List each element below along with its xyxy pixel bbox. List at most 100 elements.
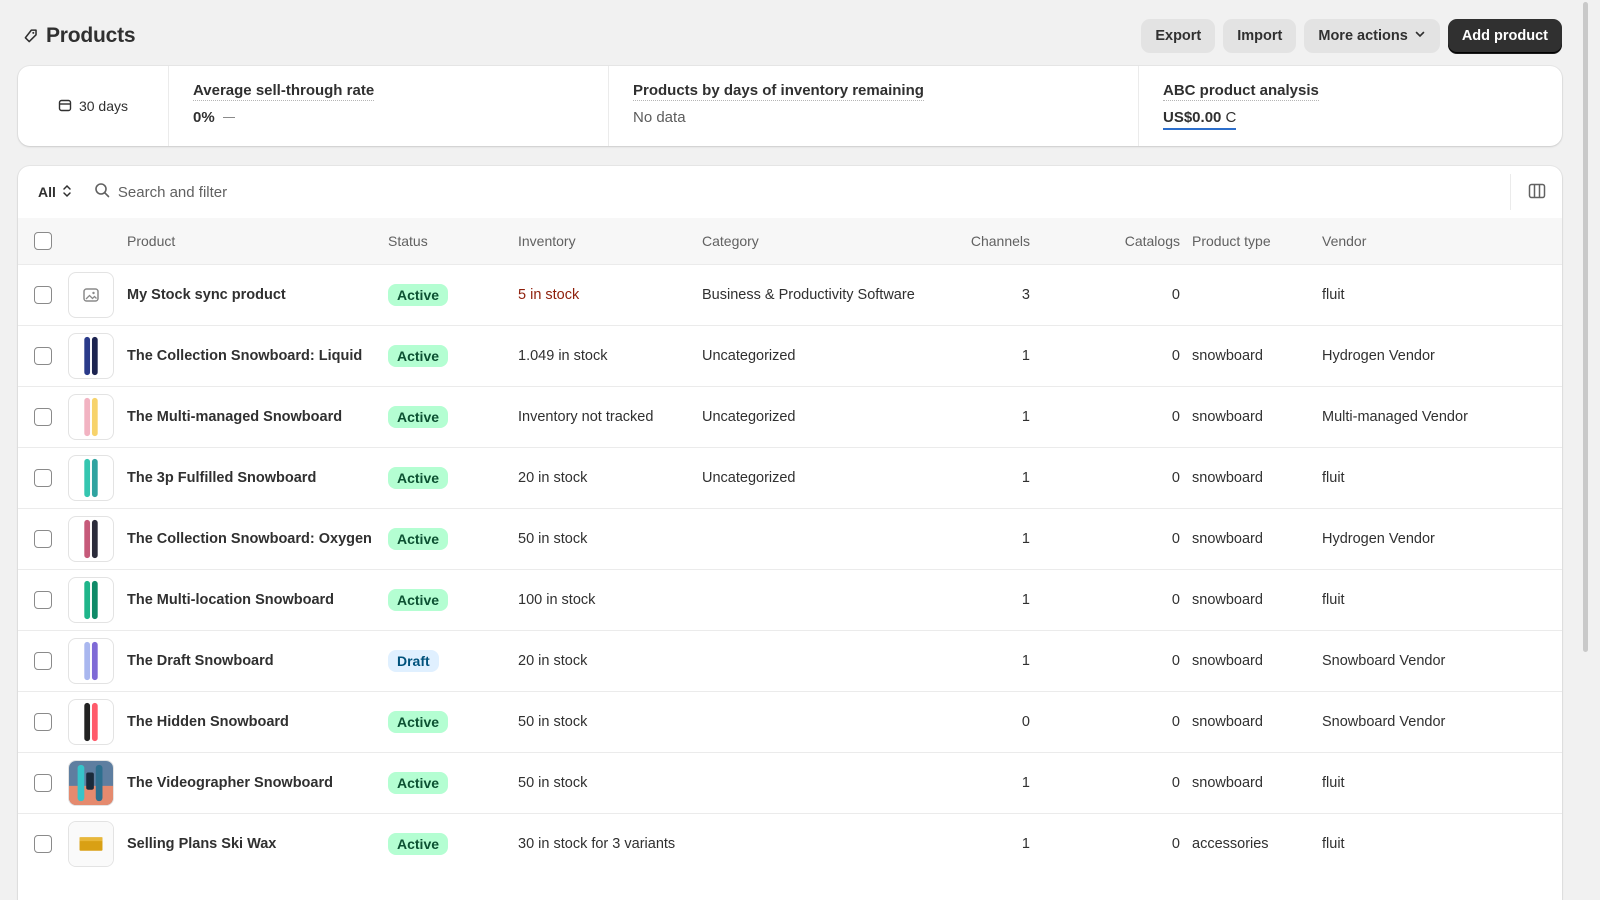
row-thumb-cell (68, 569, 127, 630)
row-select-cell[interactable] (18, 569, 68, 630)
row-select-cell[interactable] (18, 630, 68, 691)
row-select-cell[interactable] (18, 691, 68, 752)
metric-abc-analysis[interactable]: ABC product analysis US$0.00 C (1139, 66, 1562, 146)
more-actions-button[interactable]: More actions (1304, 19, 1440, 53)
table-row[interactable]: The Draft Snowboard Draft 20 in stock 1 0 sno… (18, 630, 1562, 691)
inventory-cell: 50 in stock (518, 774, 588, 791)
status-cell: Active (388, 386, 518, 447)
row-gap (1180, 752, 1192, 813)
category-cell (702, 630, 937, 691)
product-name[interactable]: The Draft Snowboard (127, 630, 388, 691)
status-badge: Active (388, 588, 449, 611)
import-button[interactable]: Import (1223, 19, 1297, 53)
abc-grade: C (1225, 109, 1237, 126)
row-checkbox[interactable] (34, 773, 52, 792)
page-scrollbar[interactable] (1580, 0, 1590, 900)
catalogs-cell: 0 (1171, 408, 1180, 425)
vendor-cell: Snowboard Vendor (1322, 713, 1446, 730)
product-thumbnail[interactable] (68, 271, 114, 318)
product-thumbnail[interactable] (68, 637, 114, 684)
product-name[interactable]: The Hidden Snowboard (127, 691, 388, 752)
status-cell: Active (388, 569, 518, 630)
select-all-checkbox[interactable] (34, 231, 52, 250)
status-cell: Active (388, 447, 518, 508)
product-name[interactable]: The 3p Fulfilled Snowboard (127, 447, 388, 508)
header-catalogs[interactable]: Catalogs (1030, 218, 1180, 264)
product-thumbnail[interactable] (68, 576, 114, 623)
status-badge: Active (388, 283, 449, 306)
row-checkbox[interactable] (34, 834, 52, 853)
header-inventory[interactable]: Inventory (518, 218, 702, 264)
date-range-button[interactable]: 30 days (18, 66, 169, 146)
header-channels[interactable]: Channels (937, 218, 1030, 264)
vendor-cell: fluit (1322, 469, 1345, 486)
category-cell (702, 813, 937, 874)
product-name[interactable]: The Multi-location Snowboard (127, 569, 388, 630)
search-filter[interactable]: Search and filter (94, 182, 227, 202)
metric-days-inventory[interactable]: Products by days of inventory remaining … (609, 66, 1139, 146)
product-name[interactable]: The Multi-managed Snowboard (127, 386, 388, 447)
metric-sell-through[interactable]: Average sell-through rate 0% (169, 66, 609, 146)
row-select-cell[interactable] (18, 752, 68, 813)
row-checkbox[interactable] (34, 285, 52, 304)
product-type-cell: accessories (1192, 835, 1269, 852)
row-select-cell[interactable] (18, 264, 68, 325)
product-thumbnail[interactable] (68, 515, 114, 562)
header-vendor[interactable]: Vendor (1322, 218, 1562, 264)
product-name[interactable]: The Collection Snowboard: Oxygen (127, 508, 388, 569)
table-row[interactable]: The Videographer Snowboard Active 50 in st… (18, 752, 1562, 813)
scrollbar-thumb[interactable] (1583, 2, 1588, 652)
row-checkbox[interactable] (34, 529, 52, 548)
row-select-cell[interactable] (18, 813, 68, 874)
product-type-cell: snowboard (1192, 469, 1263, 486)
product-name[interactable]: My Stock sync product (127, 264, 388, 325)
table-row[interactable]: The Collection Snowboard: Liquid Active 1.… (18, 325, 1562, 386)
product-thumbnail[interactable] (68, 393, 114, 440)
table-row[interactable]: The Multi-managed Snowboard Active Invento… (18, 386, 1562, 447)
row-checkbox[interactable] (34, 468, 52, 487)
row-select-cell[interactable] (18, 447, 68, 508)
row-thumb-cell (68, 813, 127, 874)
table-row[interactable]: The Hidden Snowboard Active 50 in stock 0 0 s… (18, 691, 1562, 752)
product-name[interactable]: The Videographer Snowboard (127, 752, 388, 813)
row-select-cell[interactable] (18, 386, 68, 447)
row-thumb-cell (68, 447, 127, 508)
columns-button[interactable] (1510, 174, 1562, 210)
table-row[interactable]: The 3p Fulfilled Snowboard Active 20 in st… (18, 447, 1562, 508)
table-row[interactable]: The Collection Snowboard: Oxygen Active 50… (18, 508, 1562, 569)
row-checkbox[interactable] (34, 651, 52, 670)
row-checkbox[interactable] (34, 712, 52, 731)
product-name[interactable]: Selling Plans Ski Wax (127, 813, 388, 874)
header-product-type[interactable]: Product type (1192, 218, 1322, 264)
view-selector[interactable]: All (38, 183, 72, 202)
vendor-cell: fluit (1322, 774, 1345, 791)
table-row[interactable]: The Multi-location Snowboard Active 100 in… (18, 569, 1562, 630)
product-name[interactable]: The Collection Snowboard: Liquid (127, 325, 388, 386)
status-cell: Draft (388, 630, 518, 691)
header-thumb-spacer (68, 218, 127, 264)
row-checkbox[interactable] (34, 407, 52, 426)
table-row[interactable]: Selling Plans Ski Wax Active 30 in stock f… (18, 813, 1562, 874)
product-thumbnail[interactable] (68, 332, 114, 379)
header-status[interactable]: Status (388, 218, 518, 264)
row-gap (1180, 691, 1192, 752)
product-thumbnail[interactable] (68, 759, 114, 806)
export-button[interactable]: Export (1141, 19, 1216, 53)
header-product[interactable]: Product (127, 218, 388, 264)
product-thumbnail[interactable] (68, 454, 114, 501)
header-select-all[interactable] (18, 218, 68, 264)
row-checkbox[interactable] (34, 590, 52, 609)
channels-cell: 0 (1021, 713, 1030, 730)
row-checkbox[interactable] (34, 346, 52, 365)
table-row[interactable]: My Stock sync product Active 5 in stock Bus… (18, 264, 1562, 325)
header-category[interactable]: Category (702, 218, 937, 264)
inventory-cell: 20 in stock (518, 652, 588, 669)
search-icon (94, 182, 110, 202)
row-select-cell[interactable] (18, 325, 68, 386)
product-thumbnail[interactable] (68, 698, 114, 745)
add-product-button[interactable]: Add product (1447, 19, 1562, 53)
row-select-cell[interactable] (18, 508, 68, 569)
product-type-cell: snowboard (1192, 652, 1263, 669)
product-thumbnail[interactable] (68, 820, 114, 867)
product-type-cell: snowboard (1192, 347, 1263, 364)
